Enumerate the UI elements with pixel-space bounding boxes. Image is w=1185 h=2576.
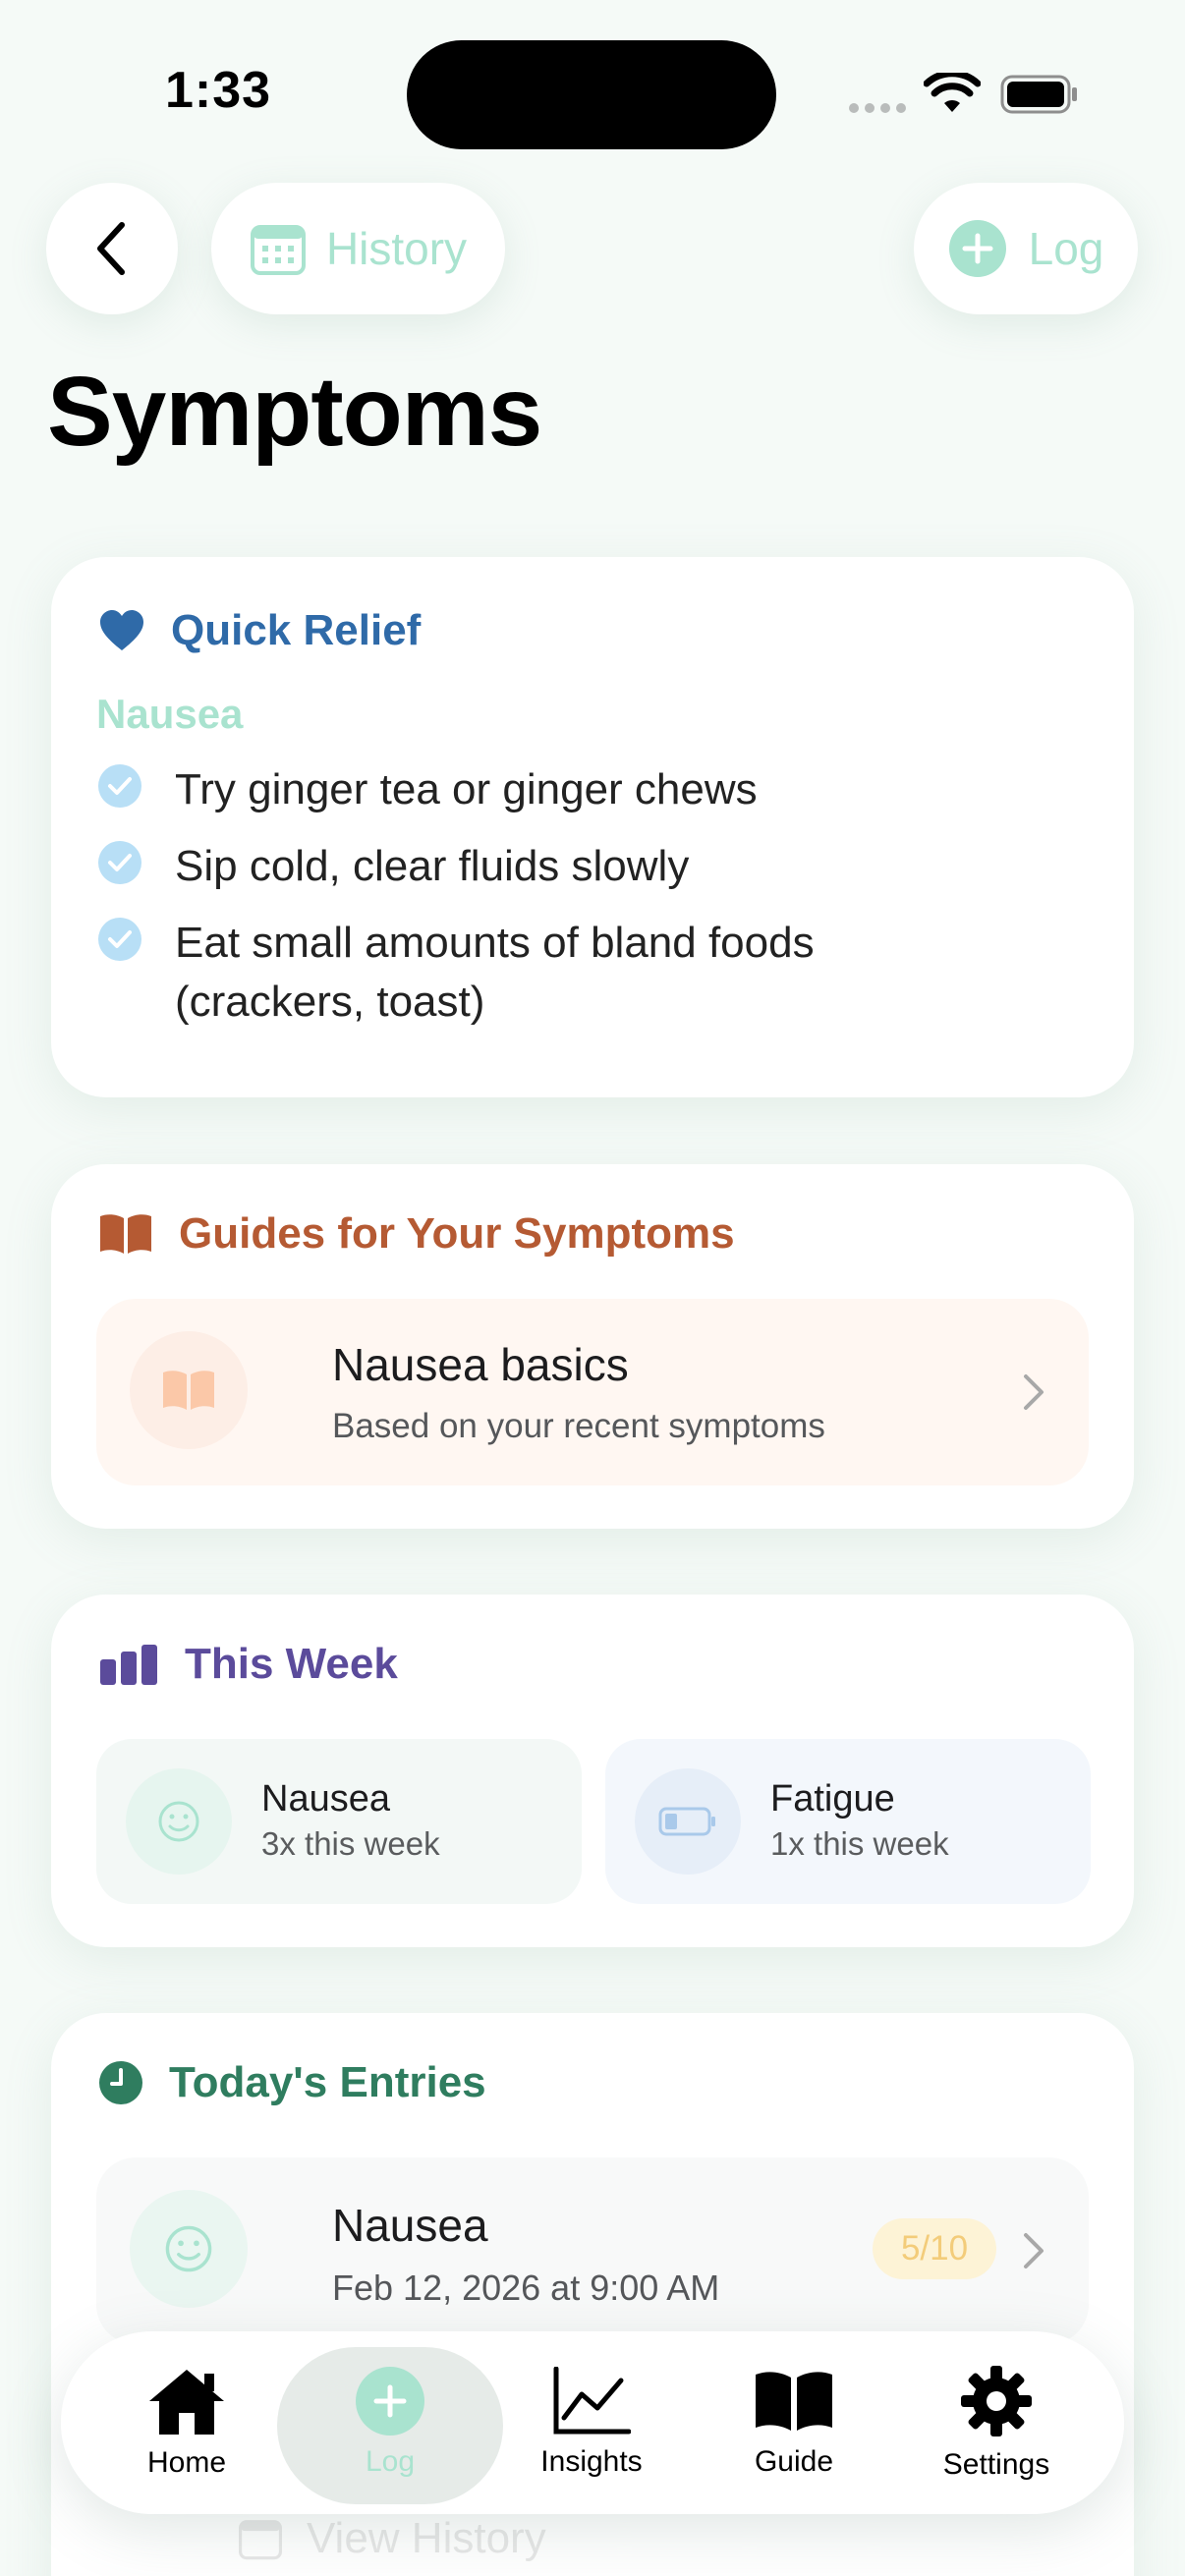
view-history-label: View History	[307, 2514, 546, 2562]
quick-relief-header: Quick Relief	[98, 606, 421, 655]
back-button[interactable]	[46, 183, 178, 314]
view-history-link[interactable]: View History	[238, 2514, 546, 2563]
tab-guide[interactable]: Guide	[696, 2331, 892, 2514]
low-battery-icon	[635, 1768, 741, 1875]
battery-icon	[1000, 75, 1077, 114]
book-icon	[756, 2372, 832, 2431]
tab-settings[interactable]: Settings	[898, 2331, 1095, 2514]
book-icon	[130, 1331, 248, 1449]
guides-title: Guides for Your Symptoms	[179, 1209, 735, 1258]
week-symptom-name: Fatigue	[770, 1778, 895, 1820]
entry-row[interactable]: Nausea Feb 12, 2026 at 9:00 AM 5/10	[96, 2157, 1089, 2344]
chevron-right-icon	[1024, 2233, 1044, 2268]
week-tile-fatigue[interactable]: Fatigue 1x this week	[605, 1739, 1091, 1904]
guide-item-title: Nausea basics	[332, 1339, 629, 1390]
tab-insights[interactable]: Insights	[493, 2331, 690, 2514]
relief-tip: Sip cold, clear fluids slowly	[98, 837, 922, 896]
log-button[interactable]: Log	[914, 183, 1138, 314]
status-time: 1:33	[165, 62, 272, 119]
log-label: Log	[1028, 223, 1104, 274]
severity-badge: 5/10	[873, 2218, 996, 2279]
todays-entries-header: Today's Entries	[98, 2058, 486, 2107]
heart-icon	[100, 610, 143, 650]
face-icon	[126, 1768, 232, 1875]
tab-label: Insights	[540, 2445, 643, 2478]
guide-item-subtitle: Based on your recent symptoms	[332, 1407, 825, 1445]
house-icon	[149, 2370, 224, 2435]
tab-home[interactable]: Home	[88, 2331, 285, 2514]
guide-item-nausea-basics[interactable]: Nausea basics Based on your recent sympt…	[96, 1299, 1089, 1485]
cellular-signal-icon	[849, 103, 906, 115]
bar-chart-icon	[100, 1645, 157, 1685]
checkmark-icon	[98, 764, 141, 808]
this-week-header: This Week	[98, 1640, 398, 1689]
clock-icon	[99, 2061, 142, 2104]
relief-tip-text: Try ginger tea or ginger chews	[175, 765, 758, 813]
week-symptom-count: 3x this week	[261, 1825, 440, 1862]
entry-title: Nausea	[332, 2200, 488, 2251]
plus-circle-icon	[356, 2367, 424, 2436]
week-symptom-count: 1x this week	[770, 1825, 949, 1862]
entry-time: Feb 12, 2026 at 9:00 AM	[332, 2268, 720, 2308]
quick-relief-title: Quick Relief	[171, 606, 422, 654]
relief-tip-text: Sip cold, clear fluids slowly	[175, 842, 690, 890]
tab-bar: Home Log Insights Guide Settings	[61, 2331, 1124, 2514]
quick-relief-card: Quick Relief Nausea Try ginger tea or gi…	[51, 557, 1134, 1097]
relief-tip: Try ginger tea or ginger chews	[98, 760, 922, 819]
week-tile-nausea[interactable]: Nausea 3x this week	[96, 1739, 582, 1904]
history-label: History	[325, 223, 468, 274]
chevron-right-icon	[1024, 1374, 1044, 1410]
tab-log[interactable]: Log	[292, 2331, 488, 2514]
relief-tip-text: Eat small amounts of bland foods (cracke…	[175, 919, 815, 1026]
guides-header: Guides for Your Symptoms	[98, 1209, 735, 1259]
this-week-card: This Week Nausea 3x this week Fatigue 1x…	[51, 1595, 1134, 1947]
tab-label: Log	[365, 2445, 416, 2478]
line-chart-icon	[553, 2367, 631, 2435]
dynamic-island	[407, 40, 776, 149]
tab-label: Guide	[754, 2445, 834, 2478]
this-week-title: This Week	[185, 1640, 398, 1688]
guides-card: Guides for Your Symptoms Nausea basics B…	[51, 1164, 1134, 1529]
face-icon	[130, 2190, 248, 2308]
calendar-icon	[239, 2520, 282, 2560]
wifi-icon	[924, 73, 981, 112]
tab-label: Home	[146, 2446, 227, 2479]
todays-entries-title: Today's Entries	[169, 2058, 486, 2106]
page-title: Symptoms	[47, 357, 542, 467]
tab-label: Settings	[942, 2448, 1050, 2481]
book-icon	[100, 1214, 151, 1254]
plus-circle-icon	[948, 220, 1006, 277]
relief-tip: Eat small amounts of bland foods (cracke…	[98, 914, 922, 1032]
gear-icon	[961, 2366, 1032, 2436]
week-symptom-name: Nausea	[261, 1778, 390, 1820]
chevron-left-icon	[97, 222, 125, 275]
calendar-icon	[250, 225, 306, 275]
history-button[interactable]: History	[211, 183, 505, 314]
checkmark-icon	[98, 918, 141, 961]
checkmark-icon	[98, 841, 141, 884]
relief-symptom-label: Nausea	[96, 691, 244, 737]
